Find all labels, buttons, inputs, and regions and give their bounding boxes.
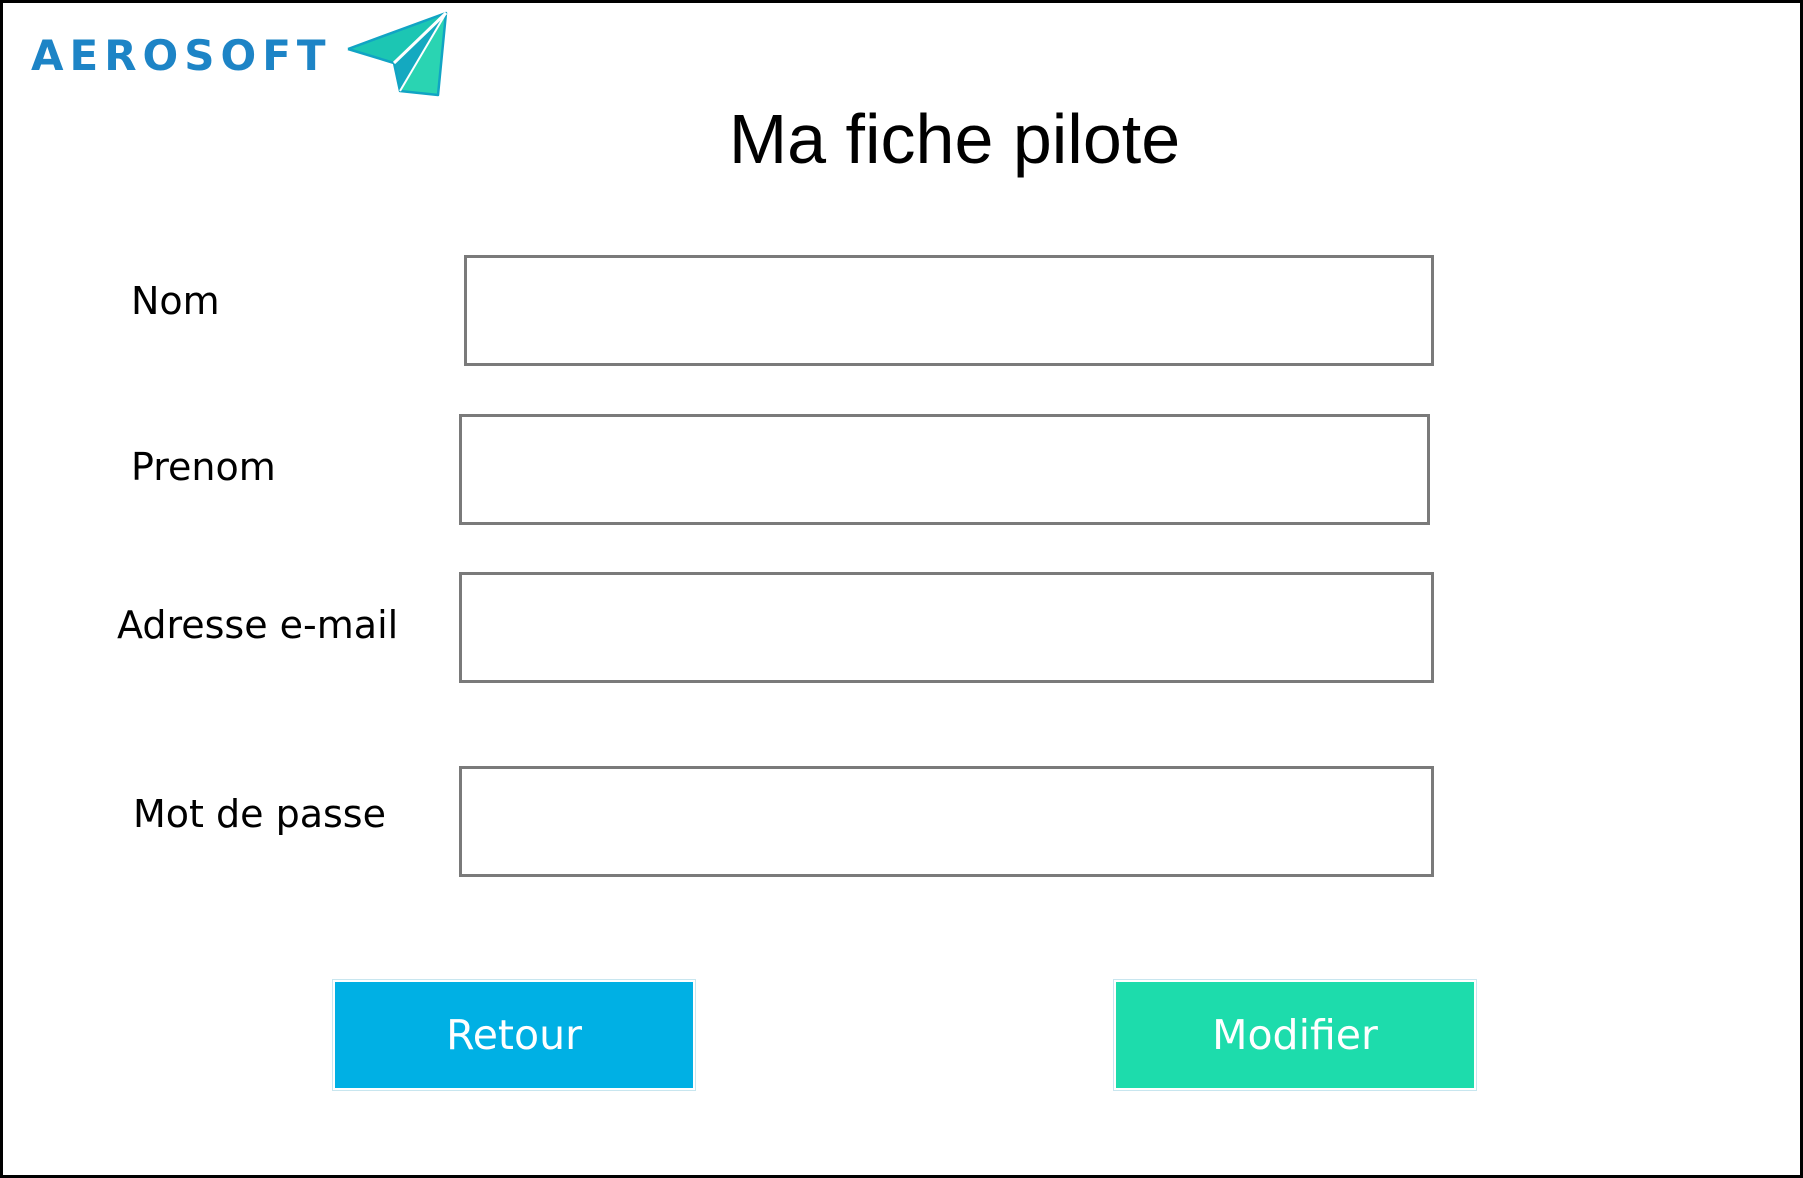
brand-logo: AEROSOFT: [31, 11, 450, 99]
prenom-input[interactable]: [459, 414, 1430, 525]
field-label-mot-de-passe: Mot de passe: [133, 792, 386, 836]
field-label-prenom: Prenom: [131, 445, 276, 489]
email-input[interactable]: [459, 572, 1434, 683]
back-button[interactable]: Retour: [332, 979, 696, 1091]
nom-input[interactable]: [464, 255, 1434, 366]
field-label-email: Adresse e-mail: [117, 603, 399, 647]
app-window: AEROSOFT Ma fiche pilote Nom Prenom Adre…: [0, 0, 1803, 1178]
page-title: Ma fiche pilote: [728, 100, 1181, 178]
paper-plane-icon: [347, 11, 447, 97]
edit-button[interactable]: Modifier: [1113, 979, 1477, 1091]
field-label-nom: Nom: [131, 279, 220, 323]
password-input[interactable]: [459, 766, 1434, 877]
brand-name: AEROSOFT: [31, 30, 332, 80]
